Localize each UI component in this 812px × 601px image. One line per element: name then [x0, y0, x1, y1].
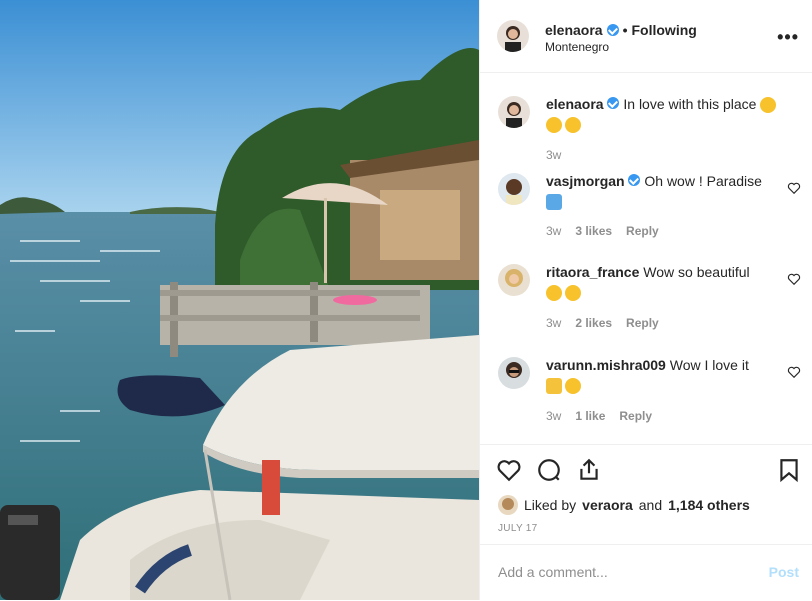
comment-text: Wow so beautiful	[643, 264, 750, 280]
comment-meta: 3w 3 likes Reply	[546, 224, 659, 238]
comment-username[interactable]: vasjmorgan	[546, 173, 625, 189]
like-comment-heart-icon[interactable]	[787, 365, 801, 379]
post-header: elenaora • Following Montenegro •••	[480, 0, 812, 73]
likes-others[interactable]: 1,184 others	[668, 497, 750, 513]
avatar[interactable]	[498, 495, 518, 515]
comment-username[interactable]: ritaora_france	[546, 264, 639, 280]
verified-badge-icon	[607, 97, 620, 109]
like-comment-heart-icon[interactable]	[787, 181, 801, 195]
comment-text: Oh wow ! Paradise	[644, 173, 762, 189]
reply-button[interactable]: Reply	[619, 409, 652, 423]
heart-eyes-emoji-icon	[546, 285, 562, 302]
reply-button[interactable]: Reply	[626, 316, 659, 330]
comment-item: varunn.mishra009 Wow I love it 3w 1 like…	[496, 355, 801, 430]
post-side-panel: elenaora • Following Montenegro ••• elen…	[479, 0, 812, 600]
like-heart-icon[interactable]	[496, 457, 522, 483]
comment-time[interactable]: 3w	[546, 409, 561, 423]
comment-likes[interactable]: 2 likes	[575, 316, 612, 330]
heart-eyes-emoji-icon	[760, 97, 777, 114]
like-comment-heart-icon[interactable]	[787, 272, 801, 286]
comment-likes[interactable]: 3 likes	[575, 224, 612, 238]
avatar[interactable]	[498, 96, 530, 128]
save-bookmark-icon[interactable]	[776, 457, 802, 483]
comment-item: vasjmorgan Oh wow ! Paradise 3w 3 likes …	[496, 171, 801, 246]
comment-text-block: vasjmorgan Oh wow ! Paradise	[546, 171, 786, 211]
comment-likes[interactable]: 1 like	[575, 409, 605, 423]
comment-text: Wow I love it	[669, 357, 749, 373]
likes-and: and	[638, 497, 663, 513]
heart-eyes-emoji-icon	[546, 117, 562, 134]
thumbs-up-emoji-icon	[546, 378, 562, 395]
more-options-icon[interactable]: •••	[777, 27, 799, 48]
add-comment-bar: Post	[480, 544, 812, 601]
post-photo[interactable]	[0, 0, 479, 600]
butterfly-emoji-icon	[546, 194, 562, 211]
avatar[interactable]	[498, 357, 530, 389]
comment-bubble-icon[interactable]	[536, 457, 562, 483]
avatar[interactable]	[497, 20, 529, 52]
comment-meta: 3w 2 likes Reply	[546, 316, 659, 330]
caption-text-block: elenaora In love with this place	[546, 94, 796, 134]
post-location[interactable]: Montenegro	[545, 40, 609, 54]
likes-prefix: Liked by	[524, 497, 577, 513]
post-actions: Liked by veraora and 1,184 others JULY 1…	[480, 444, 812, 545]
post-date[interactable]: JULY 17	[498, 523, 538, 534]
author-username[interactable]: elenaora	[545, 22, 603, 38]
heart-eyes-emoji-icon	[565, 117, 581, 134]
add-comment-input[interactable]	[496, 563, 750, 581]
liked-by-user[interactable]: veraora	[582, 497, 633, 513]
caption-text: In love with this place	[623, 96, 757, 112]
share-icon[interactable]	[576, 457, 602, 483]
comment-text-block: varunn.mishra009 Wow I love it	[546, 355, 786, 395]
caption-time[interactable]: 3w	[546, 148, 561, 162]
caption-username[interactable]: elenaora	[546, 96, 604, 112]
avatar[interactable]	[498, 173, 530, 205]
verified-badge-icon	[628, 174, 641, 186]
following-button[interactable]: Following	[632, 22, 697, 38]
grin-emoji-icon	[565, 285, 581, 302]
post-author: elenaora • Following	[545, 22, 697, 38]
comment-text-block: ritaora_france Wow so beautiful	[546, 262, 786, 302]
comment-item: ritaora_france Wow so beautiful 3w 2 lik…	[496, 262, 801, 337]
reply-button[interactable]: Reply	[626, 224, 659, 238]
likes-summary: Liked by veraora and 1,184 others	[498, 495, 750, 515]
avatar[interactable]	[498, 264, 530, 296]
post-comment-button[interactable]: Post	[769, 564, 799, 580]
verified-badge-icon	[606, 24, 619, 36]
comment-meta: 3w 1 like Reply	[546, 409, 652, 423]
comment-time[interactable]: 3w	[546, 316, 561, 330]
comment-time[interactable]: 3w	[546, 224, 561, 238]
comment-username[interactable]: varunn.mishra009	[546, 357, 666, 373]
caption: elenaora In love with this place 3w	[496, 94, 801, 166]
caption-meta: 3w	[546, 148, 561, 162]
separator-dot: •	[622, 22, 628, 38]
kiss-emoji-icon	[565, 378, 581, 395]
